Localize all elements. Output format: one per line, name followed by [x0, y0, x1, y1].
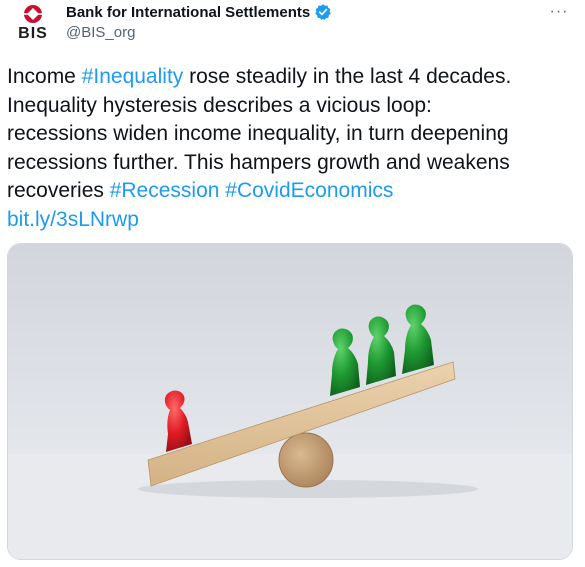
tweet-text-line: Income #Inequality rose steadily in the …	[7, 63, 577, 92]
text-segment: rose steadily in the last 4 decades.	[183, 65, 512, 88]
hashtag-link[interactable]: #Inequality	[82, 65, 184, 88]
text-segment: recessions further. This hampers growth …	[7, 150, 510, 174]
handle[interactable]: @BIS_org	[66, 24, 135, 41]
tweet-text-line: Inequality hysteresis describes a viciou…	[7, 92, 577, 121]
text-segment: recoveries	[7, 179, 110, 202]
bis-logo-icon	[24, 5, 42, 23]
text-segment: Income	[7, 65, 82, 88]
hashtag-link[interactable]: #Recession	[110, 179, 220, 202]
tweet-text: Income #Inequality rose steadily in the …	[7, 63, 577, 234]
tweet: BIS Bank for International Settlements @…	[0, 0, 585, 567]
verified-badge-icon	[314, 3, 332, 21]
tweet-text-line: bit.ly/3sLNrwp	[7, 206, 577, 235]
tweet-image[interactable]	[7, 243, 573, 560]
url-link[interactable]: bit.ly/3sLNrwp	[7, 208, 139, 231]
more-options-button[interactable]: ···	[545, 2, 573, 22]
tweet-text-line: recessions widen income inequality, in t…	[7, 120, 577, 149]
tweet-text-line: recessions further. This hampers growth …	[7, 149, 577, 178]
avatar-text: BIS	[18, 25, 48, 42]
hashtag-link[interactable]: #CovidEconomics	[225, 179, 393, 202]
author-name-row: Bank for International Settlements	[66, 3, 332, 21]
avatar[interactable]: BIS	[10, 4, 56, 46]
display-name[interactable]: Bank for International Settlements	[66, 4, 310, 21]
seesaw-pawns-image	[8, 244, 572, 559]
text-segment: Inequality hysteresis describes a viciou…	[7, 93, 432, 117]
text-segment: recessions widen income inequality, in t…	[7, 122, 509, 145]
tweet-text-line: recoveries #Recession #CovidEconomics	[7, 177, 577, 206]
